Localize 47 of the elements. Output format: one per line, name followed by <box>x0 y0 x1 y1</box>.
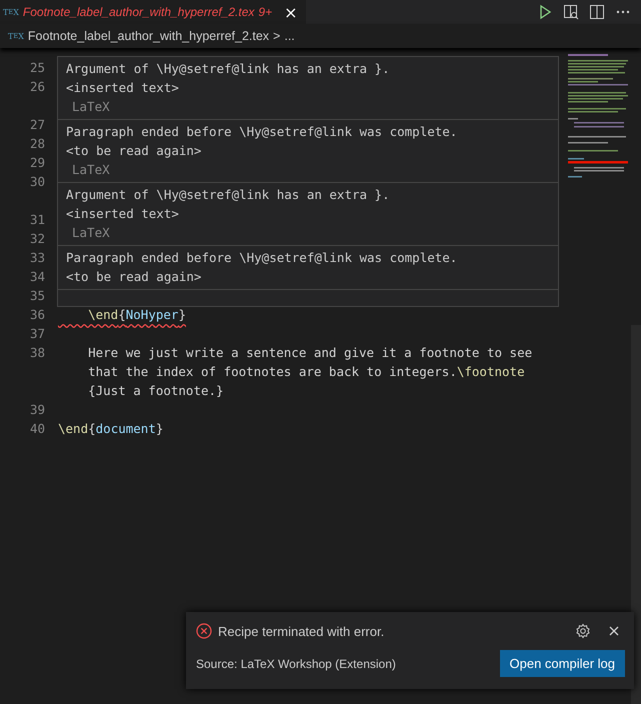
error-message: Paragraph ended before \Hy@setref@link was complete. <box>66 123 458 141</box>
tab-title: Footnote_label_author_with_hyperref_2.tex <box>22 5 254 19</box>
code-line: that the index of footnotes are back to integers.\footnote <box>87 364 525 379</box>
error-message: <to be read again> <box>66 268 202 286</box>
line-number: 26 <box>30 78 45 96</box>
line-number: 30 <box>30 173 45 191</box>
line-number: 29 <box>30 154 45 172</box>
error-message: <to be read again> <box>66 142 202 160</box>
close-icon[interactable] <box>607 624 621 638</box>
code-line: \end{NoHyper} <box>87 307 186 322</box>
line-number: 34 <box>30 268 45 286</box>
code-line: \end{document} <box>58 421 164 436</box>
code-line: {Just a footnote.} <box>87 383 224 398</box>
preview-icon[interactable] <box>563 4 579 20</box>
breadcrumb-file[interactable]: Footnote_label_author_with_hyperref_2.tex <box>28 29 270 43</box>
line-number: 25 <box>30 59 45 77</box>
error-message: Paragraph ended before \Hy@setref@link was complete. <box>66 249 458 267</box>
split-editor-icon[interactable] <box>589 4 605 20</box>
breadcrumb-more[interactable]: ... <box>284 29 295 43</box>
code-line: Here we just write a sentence and give it a footnote to see <box>87 345 532 360</box>
error-source: LaTeX <box>71 98 111 116</box>
line-number: 36 <box>30 306 45 324</box>
error-message: <inserted text> <box>66 79 180 97</box>
line-number: 39 <box>30 401 45 419</box>
error-source: LaTeX <box>71 224 111 242</box>
problem-count: 9+ <box>258 5 272 19</box>
line-number: 38 <box>30 344 45 362</box>
line-number: 27 <box>30 116 45 134</box>
line-number: 40 <box>30 420 45 438</box>
error-message: <inserted text> <box>66 205 180 223</box>
line-number: 33 <box>30 249 45 267</box>
breadcrumb-separator: > <box>273 29 280 43</box>
notification-source: Source: LaTeX Workshop (Extension) <box>196 656 396 670</box>
line-number: 28 <box>30 135 45 153</box>
error-message: Argument of \Hy@setref@link has an extra }. <box>66 60 391 78</box>
line-number: 31 <box>30 211 45 229</box>
error-source: LaTeX <box>71 161 111 179</box>
error-icon <box>196 623 212 639</box>
close-icon[interactable]: × <box>284 2 298 22</box>
line-number: 37 <box>30 325 45 343</box>
scrollbar[interactable] <box>631 325 641 704</box>
settings-icon[interactable] <box>575 623 591 639</box>
error-message: Argument of \Hy@setref@link has an extra }. <box>66 186 391 204</box>
notification-message: Recipe terminated with error. <box>218 624 386 638</box>
line-number: 32 <box>30 230 45 248</box>
open-log-button[interactable]: Open compiler log <box>500 650 625 677</box>
line-number: 35 <box>30 287 45 305</box>
